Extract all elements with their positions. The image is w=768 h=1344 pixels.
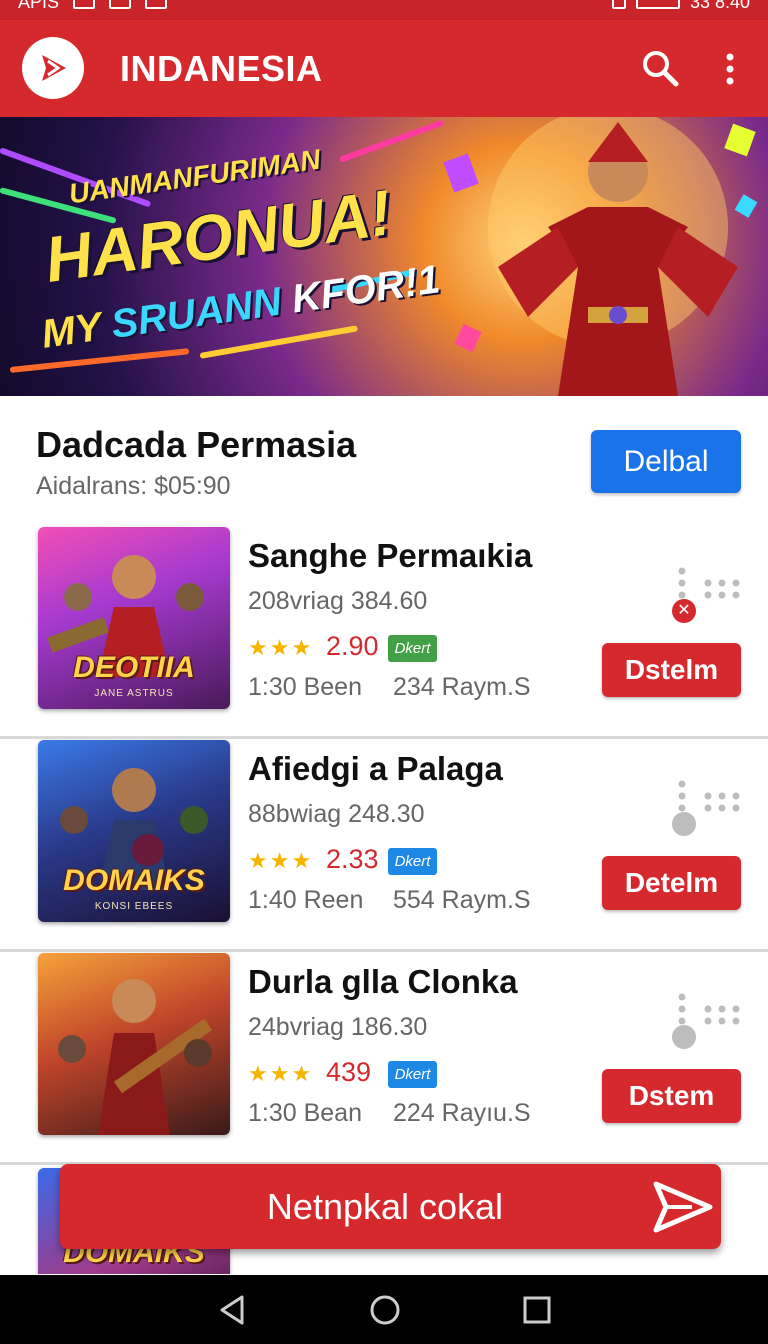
- game-thumbnail[interactable]: DOMAIKS KONSI EBEES: [38, 740, 230, 922]
- list-item[interactable]: DOMAIKS KONSI EBEES Afiedgi a Palaga 88b…: [0, 740, 768, 952]
- send-icon[interactable]: [652, 1180, 714, 1234]
- app-title: INDANESIA: [120, 48, 323, 89]
- item-duration: 1:30 Bean: [248, 1099, 362, 1127]
- system-nav-bar: [0, 1275, 768, 1344]
- rating-value: 439: [326, 1057, 372, 1087]
- carrier-text: APIS: [18, 0, 60, 12]
- game-thumbnail[interactable]: [38, 953, 230, 1135]
- star-rating-icon: ★★★: [248, 848, 314, 873]
- notification-icon: [73, 0, 96, 9]
- play-logo-icon[interactable]: [22, 37, 84, 99]
- battery-icon: [635, 0, 680, 9]
- hero-warrior-illustration: [443, 117, 758, 396]
- game-thumbnail[interactable]: DEOTIIA JANE ASTRUS: [38, 527, 230, 709]
- app-bar: INDANESIA: [0, 20, 768, 117]
- rating-value: 2.33: [326, 844, 379, 874]
- notification-icon: [145, 0, 168, 9]
- item-action-button[interactable]: Dstem: [602, 1069, 741, 1123]
- primary-action-button[interactable]: Delbal: [591, 430, 741, 493]
- star-rating-icon: ★★★: [248, 635, 314, 660]
- floating-action-label: Netnpkal cokal: [266, 1186, 504, 1227]
- item-tag: Dkert: [388, 635, 437, 662]
- status-bar: APIS 33 8:40: [0, 0, 768, 20]
- more-vert-icon[interactable]: [716, 50, 744, 90]
- star-rating-icon: ★★★: [248, 1061, 314, 1086]
- item-action-button[interactable]: Dstelm: [602, 643, 741, 697]
- item-duration: 1:40 Reen: [248, 886, 364, 914]
- section-title: Dadcada Permasia: [36, 424, 357, 465]
- signal-icon: [611, 0, 626, 9]
- item-subtitle: 24bvriag 186.30: [248, 1013, 428, 1041]
- recents-square-icon[interactable]: [520, 1293, 554, 1327]
- item-subtitle: 88bwiag 248.30: [248, 800, 425, 828]
- clock-text: 33 8:40: [689, 0, 750, 12]
- promo-banner[interactable]: UANMANFURIMAN HARONUA! MY SRUANN KFOR!1: [0, 117, 768, 396]
- notification-icon: [109, 0, 132, 9]
- item-subtitle: 208vriag 384.60: [248, 587, 428, 615]
- status-indicator: [672, 812, 696, 836]
- home-circle-icon[interactable]: [368, 1293, 402, 1327]
- rating-value: 2.90: [326, 631, 379, 661]
- section-subtitle: Aidalrans: $05:90: [36, 472, 231, 500]
- error-icon: ✕: [672, 599, 696, 623]
- item-title: Durla glla Clonka: [248, 963, 518, 1000]
- item-action-button[interactable]: Detelm: [602, 856, 741, 910]
- item-tag: Dkert: [388, 1061, 437, 1088]
- back-triangle-icon[interactable]: [216, 1293, 250, 1327]
- item-title: Afiedgi a Palaga: [248, 750, 503, 787]
- status-indicator: [672, 1025, 696, 1049]
- item-duration: 1:30 Been: [248, 673, 362, 701]
- floating-action-bar[interactable]: Netnpkal cokal: [60, 1164, 721, 1249]
- item-count: 224 Rayıu.S: [393, 1099, 531, 1127]
- search-icon[interactable]: [640, 48, 680, 88]
- item-title: Sanghе Permaıkia: [248, 537, 533, 574]
- list-item[interactable]: Durla glla Clonka 24bvriag 186.30 ★★★ 43…: [0, 953, 768, 1165]
- list-item[interactable]: DEOTIIA JANE ASTRUS Sanghе Permaıkia 208…: [0, 527, 768, 739]
- item-count: 554 Raym.S: [393, 886, 531, 914]
- item-count: 234 Raym.S: [393, 673, 531, 701]
- item-tag: Dkert: [388, 848, 437, 875]
